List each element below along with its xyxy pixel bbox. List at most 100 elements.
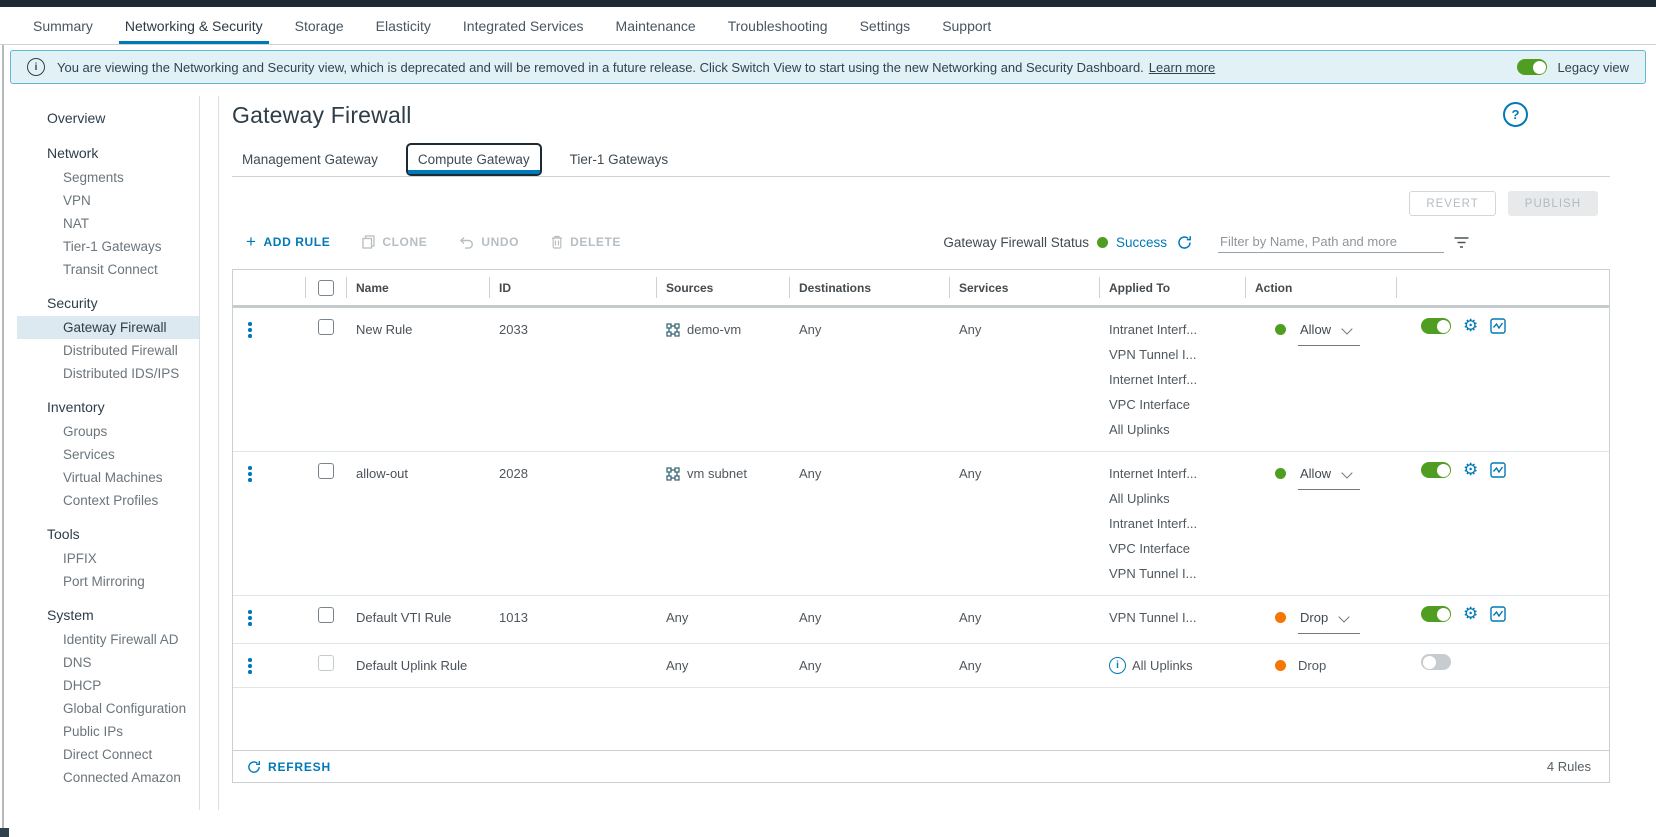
toggle-knob	[1423, 656, 1436, 669]
nav-tab-summary[interactable]: Summary	[17, 7, 109, 44]
col-sources: Sources	[656, 270, 789, 305]
row-checkbox[interactable]	[318, 319, 334, 335]
undo-button[interactable]: UNDO	[459, 235, 519, 249]
sidebar-item-vpn[interactable]: VPN	[17, 189, 199, 212]
row-menu-kebab-icon[interactable]	[248, 610, 254, 626]
applied-to-item: Internet Interf...	[1109, 367, 1237, 392]
sidebar-item-distributed-ids-ips[interactable]: Distributed IDS/IPS	[17, 362, 199, 385]
tab-compute-gateway[interactable]: Compute Gateway	[406, 143, 542, 176]
rule-sources[interactable]: demo-vm	[656, 308, 789, 451]
sidebar-item-transit-connect[interactable]: Transit Connect	[17, 258, 199, 281]
action-label: Drop	[1298, 653, 1326, 678]
rule-row-default-uplink-rule: Default Uplink Rule Any Any Any iAll Upl…	[233, 644, 1609, 688]
undo-icon	[459, 236, 474, 249]
info-icon[interactable]: i	[1109, 657, 1126, 674]
row-checkbox[interactable]	[318, 655, 334, 671]
status-refresh-icon[interactable]	[1177, 235, 1192, 250]
rule-destinations: Any	[789, 644, 949, 687]
rule-settings-gear-icon[interactable]: ⚙	[1463, 462, 1478, 478]
action-dropdown[interactable]: Allow	[1298, 461, 1360, 490]
sidebar-item-ipfix[interactable]: IPFIX	[17, 547, 199, 570]
gateway-tabs: Management Gateway Compute Gateway Tier-1 …	[232, 144, 1610, 177]
legacy-view-toggle[interactable]	[1517, 59, 1547, 75]
nav-tab-storage[interactable]: Storage	[279, 7, 360, 44]
sidebar-item-context-profiles[interactable]: Context Profiles	[17, 489, 199, 512]
row-menu-kebab-icon[interactable]	[248, 658, 254, 674]
sidebar-item-segments[interactable]: Segments	[17, 166, 199, 189]
rule-row-allow-out: allow-out 2028 vm subnet Any Any Interne…	[233, 452, 1609, 596]
rule-id: 1013	[489, 596, 656, 643]
learn-more-link[interactable]: Learn more	[1149, 60, 1215, 75]
sidebar-item-direct-connect[interactable]: Direct Connect	[17, 743, 199, 766]
sidebar-scrollbar[interactable]	[200, 96, 219, 810]
sidebar-item-security: Security	[17, 291, 199, 316]
filter-input[interactable]	[1218, 231, 1444, 253]
sidebar-item-tier-1-gateways[interactable]: Tier-1 Gateways	[17, 235, 199, 258]
rule-sources-label: vm subnet	[687, 461, 747, 486]
help-icon[interactable]: ?	[1503, 102, 1528, 127]
nav-tab-troubleshooting[interactable]: Troubleshooting	[712, 7, 844, 44]
rule-name: Default Uplink Rule	[346, 644, 489, 687]
sidebar-item-dns[interactable]: DNS	[17, 651, 199, 674]
rule-stats-icon[interactable]	[1490, 462, 1506, 478]
rule-sources[interactable]: vm subnet	[656, 452, 789, 595]
add-rule-button[interactable]: + ADD RULE	[246, 235, 330, 249]
nav-tab-support[interactable]: Support	[926, 7, 1007, 44]
rule-enabled-toggle[interactable]	[1421, 318, 1451, 334]
filter-icon[interactable]	[1453, 235, 1470, 250]
nav-tab-elasticity[interactable]: Elasticity	[360, 7, 447, 44]
sidebar-item-distributed-firewall[interactable]: Distributed Firewall	[17, 339, 199, 362]
add-rule-label: ADD RULE	[264, 235, 331, 249]
rule-name: New Rule	[346, 308, 489, 451]
sidebar-item-public-ips[interactable]: Public IPs	[17, 720, 199, 743]
row-cell-menu	[233, 644, 305, 687]
nav-tab-networking-security[interactable]: Networking & Security	[109, 7, 279, 44]
row-checkbox[interactable]	[318, 607, 334, 623]
sidebar-item-nat[interactable]: NAT	[17, 212, 199, 235]
rule-sources-label: Any	[666, 653, 688, 678]
action-status-dot	[1275, 324, 1286, 335]
row-checkbox[interactable]	[318, 463, 334, 479]
clone-label: CLONE	[382, 235, 427, 249]
sidebar-item-connected-amazon[interactable]: Connected Amazon	[17, 766, 199, 789]
action-dropdown[interactable]: Drop	[1298, 605, 1360, 634]
sidebar-section-tools: ToolsIPFIXPort Mirroring	[17, 522, 199, 593]
rule-enabled-toggle[interactable]	[1421, 654, 1451, 670]
row-menu-kebab-icon[interactable]	[248, 466, 254, 482]
revert-button[interactable]: REVERT	[1409, 191, 1495, 216]
clone-button[interactable]: CLONE	[362, 235, 427, 249]
nav-tab-maintenance[interactable]: Maintenance	[600, 7, 712, 44]
tab-management-gateway[interactable]: Management Gateway	[232, 143, 388, 176]
sidebar-item-virtual-machines[interactable]: Virtual Machines	[17, 466, 199, 489]
rule-stats-icon[interactable]	[1490, 318, 1506, 334]
tab-tier-1-gateways[interactable]: Tier-1 Gateways	[560, 143, 679, 176]
banner-text: You are viewing the Networking and Secur…	[57, 60, 1144, 75]
sidebar-item-network: Network	[17, 141, 199, 166]
rule-action: Drop	[1245, 596, 1396, 643]
sidebar-item-identity-firewall-ad[interactable]: Identity Firewall AD	[17, 628, 199, 651]
sidebar-item-global-configuration[interactable]: Global Configuration	[17, 697, 199, 720]
sidebar-item-gateway-firewall[interactable]: Gateway Firewall	[17, 316, 199, 339]
action-dropdown[interactable]: Allow	[1298, 317, 1360, 346]
sidebar-item-overview[interactable]: Overview	[17, 106, 199, 131]
nav-tab-settings[interactable]: Settings	[844, 7, 927, 44]
sidebar-item-dhcp[interactable]: DHCP	[17, 674, 199, 697]
delete-button[interactable]: DELETE	[551, 235, 621, 249]
rule-settings-gear-icon[interactable]: ⚙	[1463, 606, 1478, 622]
sidebar-item-groups[interactable]: Groups	[17, 420, 199, 443]
select-all-checkbox[interactable]	[318, 280, 334, 296]
plus-icon: +	[246, 236, 257, 248]
sidebar-item-services[interactable]: Services	[17, 443, 199, 466]
publish-button[interactable]: PUBLISH	[1508, 191, 1598, 216]
status-success-dot	[1097, 237, 1108, 248]
rule-services: Any	[949, 308, 1099, 451]
sidebar-item-port-mirroring[interactable]: Port Mirroring	[17, 570, 199, 593]
rule-enabled-toggle[interactable]	[1421, 462, 1451, 478]
rule-enabled-toggle[interactable]	[1421, 606, 1451, 622]
rule-settings-gear-icon[interactable]: ⚙	[1463, 318, 1478, 334]
row-menu-kebab-icon[interactable]	[248, 322, 254, 338]
rule-destinations: Any	[789, 308, 949, 451]
nav-tab-integrated-services[interactable]: Integrated Services	[447, 7, 600, 44]
rule-stats-icon[interactable]	[1490, 606, 1506, 622]
refresh-button[interactable]: REFRESH	[247, 760, 331, 774]
